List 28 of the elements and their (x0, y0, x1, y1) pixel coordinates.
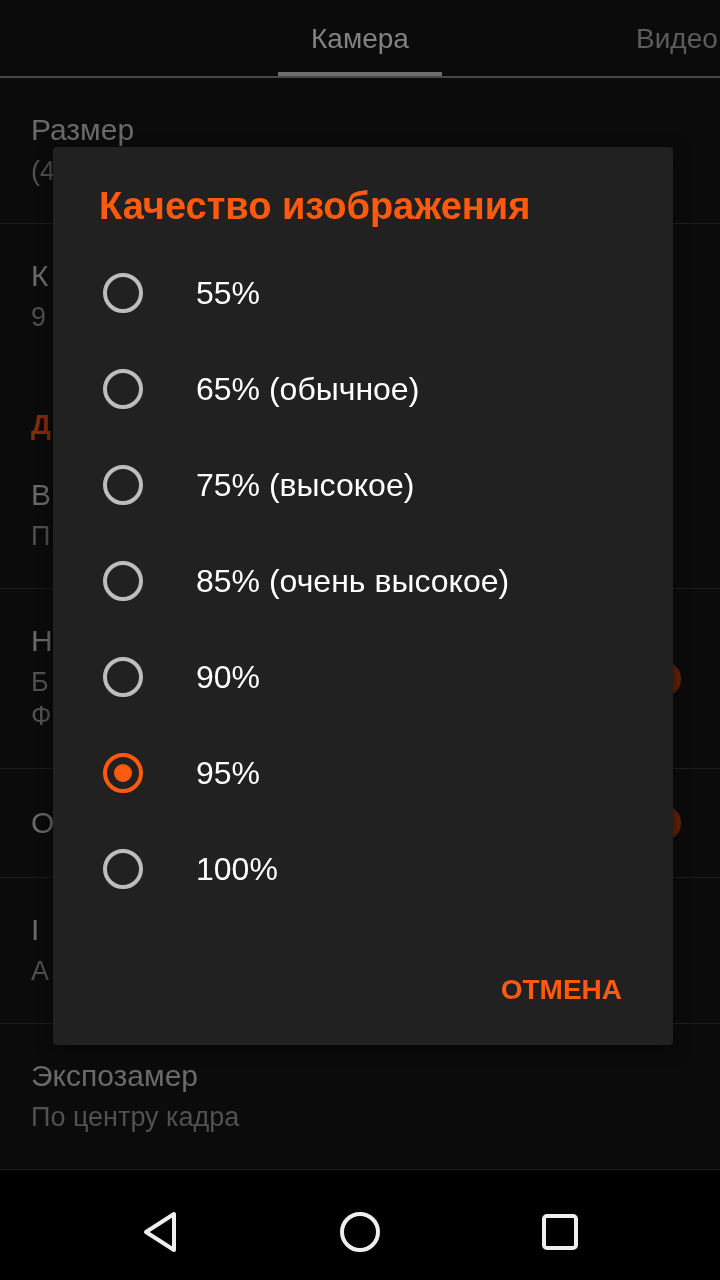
section-header: Д (31, 409, 51, 441)
setting-summary: По центру кадра (31, 1100, 240, 1134)
quality-option[interactable]: 65% (обычное) (53, 341, 638, 437)
setting-title: К (31, 260, 49, 292)
cancel-button[interactable]: ОТМЕНА (484, 954, 638, 1026)
setting-summary: 9 (31, 301, 47, 334)
setting-title: Размер (31, 113, 135, 146)
setting-title: Экспозамер (31, 1059, 199, 1092)
setting-summary: (4 (31, 154, 55, 188)
back-icon[interactable] (142, 1211, 178, 1253)
setting-title: О (31, 807, 55, 839)
setting-summary: А (31, 954, 49, 988)
square-icon[interactable] (542, 1214, 578, 1250)
quality-option[interactable]: 95% (53, 725, 638, 821)
quality-option[interactable]: 85% (очень высокое) (53, 533, 638, 629)
setting-summary: Ф (31, 699, 52, 733)
dialog-title: Качество изображения (99, 185, 531, 227)
quality-option[interactable]: 75% (высокое) (53, 437, 638, 533)
tab[interactable]: Камера (278, 0, 442, 76)
quality-option[interactable]: 90% (53, 629, 638, 725)
home-icon[interactable] (340, 1212, 380, 1252)
quality-option[interactable]: 55% (53, 245, 638, 341)
setting-summary: Б (31, 665, 49, 699)
setting-title: Н (31, 624, 53, 657)
setting-title: В (31, 478, 51, 511)
setting-summary: П (31, 519, 51, 553)
setting-title: I (31, 913, 40, 946)
quality-option[interactable]: 100% (53, 821, 638, 917)
